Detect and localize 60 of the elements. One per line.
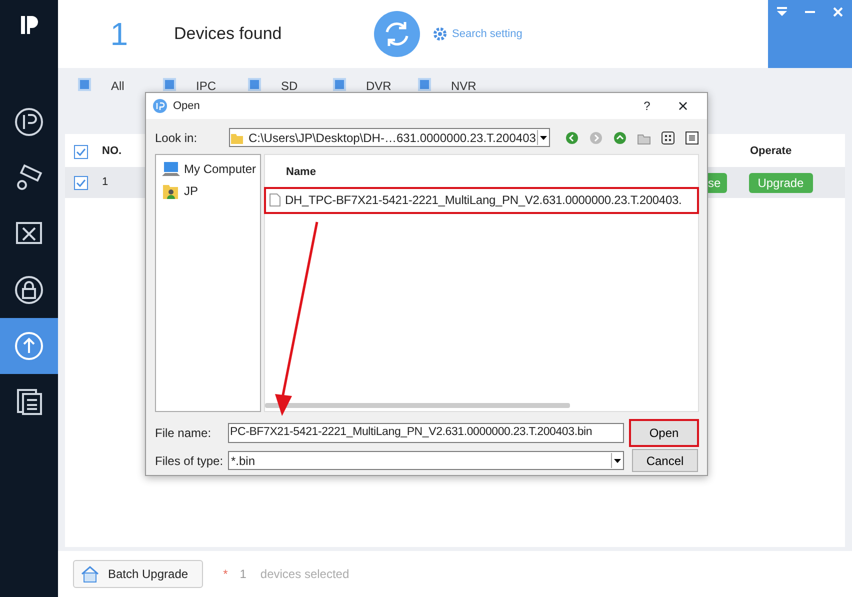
column-header[interactable]: Name xyxy=(265,155,698,188)
filter-label: NVR xyxy=(451,78,478,95)
close-icon[interactable] xyxy=(832,6,844,18)
app-icon xyxy=(153,99,167,113)
place-item[interactable]: My Computer xyxy=(162,158,260,180)
caret-icon xyxy=(540,136,547,140)
filter-label: All xyxy=(111,78,126,95)
filter-checkbox[interactable] xyxy=(248,78,261,91)
file-icon xyxy=(269,193,281,207)
list-view-icon[interactable] xyxy=(685,130,699,144)
page-title: Devices found xyxy=(174,23,283,46)
check-icon xyxy=(76,146,86,156)
house-icon xyxy=(80,565,100,583)
file-type-label: Files of type: xyxy=(155,452,224,470)
file-type-dropdown[interactable]: *.bin xyxy=(228,451,624,470)
batch-upgrade-button[interactable]: Batch Upgrade xyxy=(73,560,204,588)
caret-icon xyxy=(614,458,621,462)
filter-label: IPC xyxy=(196,78,218,95)
look-in-dropdown[interactable]: C:\Users\JP\Desktop\DH-…631.0000000.23.T.200403 xyxy=(229,128,550,147)
filter-checkbox[interactable] xyxy=(418,78,431,91)
user-folder-icon xyxy=(162,183,180,199)
filter-checkbox[interactable] xyxy=(78,78,91,91)
document-icon[interactable] xyxy=(14,387,44,417)
selected-count: 1 xyxy=(240,566,246,583)
look-in-label: Look in: xyxy=(155,130,198,146)
checkbox[interactable] xyxy=(74,176,88,190)
check-icon xyxy=(76,178,86,188)
close-button[interactable]: × xyxy=(671,97,695,115)
refresh-button[interactable] xyxy=(374,11,420,57)
filter-label: DVR xyxy=(366,78,392,95)
forward-icon[interactable] xyxy=(589,130,603,144)
gear-icon[interactable] xyxy=(432,26,448,42)
logo-icon xyxy=(18,14,40,36)
back-icon[interactable] xyxy=(565,130,579,144)
badge-icon[interactable] xyxy=(14,107,44,137)
lock-icon[interactable] xyxy=(14,275,44,305)
filter-checkbox[interactable] xyxy=(163,78,176,91)
column-header: NO. xyxy=(102,144,123,160)
open-button[interactable]: Open xyxy=(630,420,698,446)
device-count: 1 xyxy=(109,15,128,54)
required-mark: * xyxy=(223,566,228,583)
file-name-field[interactable]: PC-BF7X21-5421-2221_MultiLang_PN_V2.631.0000000.23.T.200403.bin xyxy=(228,423,624,443)
cancel-button[interactable]: Cancel xyxy=(632,449,698,472)
filter-checkbox[interactable] xyxy=(333,78,346,91)
file-name-label: File name: xyxy=(155,425,212,442)
grid-view-icon[interactable] xyxy=(661,130,675,144)
up-icon[interactable] xyxy=(613,130,627,144)
filter-label: SD xyxy=(281,78,299,95)
checkbox[interactable] xyxy=(74,144,88,158)
dropdown-icon[interactable] xyxy=(776,6,788,18)
file-row[interactable]: DH_TPC-BF7X21-5421-2221_MultiLang_PN_V2.631.0000000.23.T.200403. xyxy=(265,188,698,212)
place-item[interactable]: JP xyxy=(162,180,260,202)
camera-icon[interactable] xyxy=(14,163,44,193)
selected-text: devices selected xyxy=(260,566,350,583)
dialog-title: Open xyxy=(173,98,200,114)
scrollbar[interactable] xyxy=(265,403,570,408)
computer-icon xyxy=(162,161,180,177)
column-header: Operate xyxy=(750,144,792,160)
upgrade-icon[interactable] xyxy=(14,331,44,361)
help-button[interactable]: ? xyxy=(637,97,657,115)
